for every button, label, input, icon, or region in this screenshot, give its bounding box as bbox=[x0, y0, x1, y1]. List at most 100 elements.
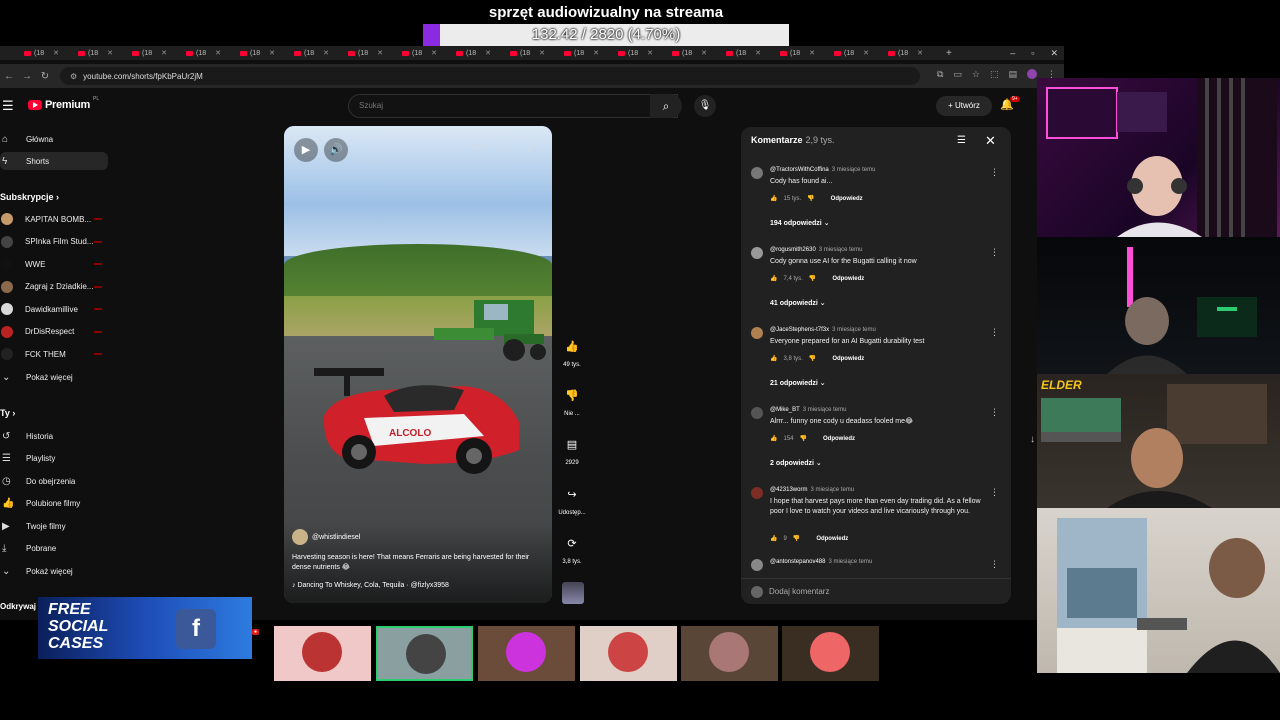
thumbs-up-icon[interactable]: 👍 bbox=[559, 334, 585, 360]
comment-username[interactable]: @TractorsWithCoffina 3 miesiące temu bbox=[770, 167, 875, 173]
viewer-cam[interactable] bbox=[580, 626, 677, 681]
browser-tab[interactable]: (18 ✕ bbox=[726, 47, 780, 59]
subscriptions-heading[interactable]: Subskrypcje › bbox=[0, 192, 59, 202]
comments-action[interactable]: ▤ 2929 bbox=[554, 432, 590, 466]
browser-tab[interactable]: (18 ✕ bbox=[618, 47, 672, 59]
tab-close-icon[interactable]: ✕ bbox=[647, 49, 653, 57]
captions-icon[interactable]: ▭ bbox=[472, 142, 481, 153]
browser-tab[interactable]: (18 ✕ bbox=[24, 47, 78, 59]
tab-close-icon[interactable]: ✕ bbox=[863, 49, 869, 57]
url-field[interactable]: ⚙ youtube.com/shorts/fpKbPaUr2jM bbox=[60, 67, 920, 85]
comment-avatar[interactable] bbox=[751, 407, 763, 419]
search-input[interactable]: Szukaj bbox=[348, 94, 678, 118]
sidebar-item-clock[interactable]: ◷ Do obejrzenia bbox=[0, 472, 108, 490]
comment-username[interactable]: @rogusmith2630 3 miesiące temu bbox=[770, 247, 862, 253]
channel-row[interactable]: @whistlindiesel bbox=[292, 529, 360, 545]
tab-close-icon[interactable]: ✕ bbox=[53, 49, 59, 57]
sidebar-subscription-item[interactable]: WWE bbox=[0, 255, 108, 273]
viewer-cam[interactable] bbox=[376, 626, 473, 681]
view-replies-button[interactable]: 2 odpowiedzi ⌄ bbox=[770, 459, 822, 467]
thumbs-down-icon[interactable]: 👎 bbox=[559, 383, 585, 409]
cast-icon[interactable]: ▭ bbox=[953, 69, 962, 80]
plus-icon[interactable]: + bbox=[946, 48, 952, 59]
volume-button[interactable]: 🔊 bbox=[324, 138, 348, 162]
browser-tab[interactable]: (18 ✕ bbox=[456, 47, 510, 59]
sidebar-subscription-item[interactable]: SPInka Film Stud... bbox=[0, 233, 108, 251]
browser-tab[interactable]: (18 ✕ bbox=[510, 47, 564, 59]
tab-close-icon[interactable]: ✕ bbox=[809, 49, 815, 57]
more-vert-icon[interactable]: ⋮ bbox=[990, 167, 999, 178]
sidebar-subscription-item[interactable]: KAPITAN BOMB... bbox=[0, 210, 108, 228]
browser-tab[interactable]: (18 ✕ bbox=[348, 47, 402, 59]
create-button[interactable]: + Utwórz bbox=[936, 96, 992, 116]
comment-username[interactable]: @JaceStephens-t7f3x 3 miesiące temu bbox=[770, 327, 876, 333]
browser-tab[interactable]: (18 ✕ bbox=[294, 47, 348, 59]
comment-avatar[interactable] bbox=[751, 487, 763, 499]
more-vert-icon[interactable]: ⋮ bbox=[990, 327, 999, 338]
tab-close-icon[interactable]: ✕ bbox=[431, 49, 437, 57]
viewer-cam[interactable] bbox=[782, 626, 879, 681]
close-icon[interactable]: ✕ bbox=[985, 133, 996, 149]
share-action[interactable]: ↪ Udostęp... bbox=[554, 482, 590, 516]
browser-tab[interactable]: (18 ✕ bbox=[564, 47, 618, 59]
thumbs-up-icon[interactable]: 👍 bbox=[770, 275, 777, 282]
comment-username[interactable]: @antonstepanov488 3 miesiące temu bbox=[770, 559, 872, 565]
sound-thumbnail[interactable] bbox=[562, 582, 584, 604]
tab-close-icon[interactable]: ✕ bbox=[107, 49, 113, 57]
channel-name[interactable]: @whistlindiesel bbox=[312, 534, 360, 541]
view-replies-button[interactable]: 21 odpowiedzi ⌄ bbox=[770, 379, 826, 387]
sidebar-subscription-item[interactable]: Zagraj z Dziadkie... bbox=[0, 278, 108, 296]
reply-button[interactable]: Odpowiedz bbox=[816, 536, 848, 542]
more-vert-icon[interactable]: ⋮ bbox=[990, 559, 999, 570]
minimize-icon[interactable]: – bbox=[1010, 46, 1015, 60]
sidebar-subscription-item[interactable]: DrDisRespect bbox=[0, 323, 108, 341]
tab-close-icon[interactable]: ✕ bbox=[161, 49, 167, 57]
short-video-player[interactable]: ALCOLO ▶ 🔊 ▭ ⋮ ⤢ @whistlindiesel Harvest… bbox=[284, 126, 552, 603]
tab-close-icon[interactable]: ✕ bbox=[269, 49, 275, 57]
sort-icon[interactable]: ☰ bbox=[957, 135, 966, 146]
tab-close-icon[interactable]: ✕ bbox=[701, 49, 707, 57]
view-replies-button[interactable]: 41 odpowiedzi ⌄ bbox=[770, 299, 826, 307]
more-vert-icon[interactable]: ⋮ bbox=[990, 247, 999, 258]
thumbs-down-icon[interactable]: 👎 bbox=[807, 195, 814, 202]
comment-avatar[interactable] bbox=[751, 247, 763, 259]
youtube-logo[interactable]: Premium PL bbox=[28, 96, 99, 111]
thumbs-up-icon[interactable]: 👍 bbox=[770, 535, 777, 542]
sidepanel-icon[interactable]: ▤ bbox=[1008, 69, 1017, 80]
comment-username[interactable]: @42313worm 3 miesiące temu bbox=[770, 487, 854, 493]
more-vert-icon[interactable]: ⋮ bbox=[990, 487, 999, 498]
profile-avatar[interactable] bbox=[1027, 69, 1037, 79]
tab-close-icon[interactable]: ✕ bbox=[485, 49, 491, 57]
sidebar-subscription-item[interactable]: Dawidkamillive bbox=[0, 300, 108, 318]
reply-button[interactable]: Odpowiedz bbox=[832, 356, 864, 362]
browser-tab[interactable]: (18 ✕ bbox=[834, 47, 888, 59]
sidebar-item-thumbs-up[interactable]: 👍 Polubione filmy bbox=[0, 495, 108, 513]
sidebar-item-download[interactable]: ⤓ Pobrane bbox=[0, 540, 108, 558]
add-comment-field[interactable]: Dodaj komentarz bbox=[741, 578, 1011, 604]
translate-icon[interactable]: ⧉ bbox=[937, 69, 943, 80]
browser-tab[interactable]: (18 ✕ bbox=[780, 47, 834, 59]
sidebar-subscription-item[interactable]: FCK THEM bbox=[0, 345, 108, 363]
comment-avatar[interactable] bbox=[751, 167, 763, 179]
tab-close-icon[interactable]: ✕ bbox=[917, 49, 923, 57]
reply-button[interactable]: Odpowiedz bbox=[831, 196, 863, 202]
back-icon[interactable]: ← bbox=[0, 71, 18, 82]
browser-tab[interactable]: (18 ✕ bbox=[240, 47, 294, 59]
fullscreen-icon[interactable]: ⤢ bbox=[528, 142, 536, 153]
extensions-icon[interactable]: ⬚ bbox=[990, 69, 999, 80]
more-vert-icon[interactable]: ⋮ bbox=[990, 407, 999, 418]
site-info-icon[interactable]: ⚙ bbox=[70, 72, 77, 81]
sidebar-item-shorts[interactable]: ϟ Shorts bbox=[0, 152, 108, 170]
browser-tab[interactable]: (18 ✕ bbox=[672, 47, 726, 59]
tab-close-icon[interactable]: ✕ bbox=[755, 49, 761, 57]
reply-button[interactable]: Odpowiedz bbox=[823, 436, 855, 442]
close-window-icon[interactable]: ✕ bbox=[1050, 46, 1058, 60]
thumbs-down-icon[interactable]: 👎 bbox=[793, 535, 800, 542]
remix-action[interactable]: ⟳ 3,8 tys. bbox=[554, 531, 590, 565]
dislike-action[interactable]: 👎 Nie ... bbox=[554, 383, 590, 417]
star-icon[interactable]: ☆ bbox=[972, 69, 980, 80]
browser-tab[interactable]: (18 ✕ bbox=[888, 47, 942, 59]
channel-avatar[interactable] bbox=[292, 529, 308, 545]
maximize-icon[interactable]: ▫ bbox=[1031, 46, 1034, 60]
more-vert-icon[interactable]: ⋮ bbox=[502, 142, 512, 153]
